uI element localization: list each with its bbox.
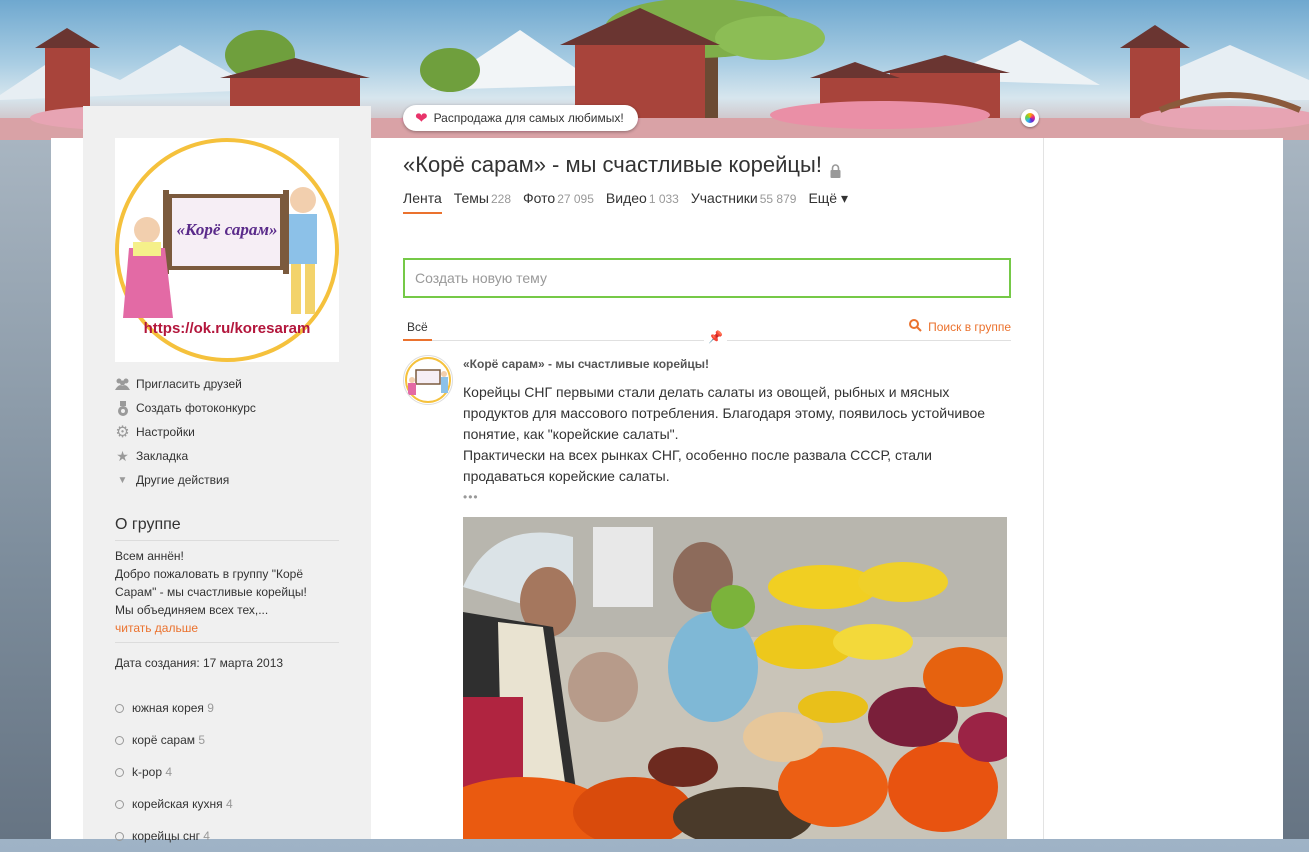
promo-label: Распродажа для самых любимых! bbox=[433, 111, 624, 125]
pin-icon: 📌 bbox=[704, 330, 727, 344]
filter-all-tab[interactable]: Всё bbox=[403, 320, 432, 341]
circle-icon bbox=[115, 767, 124, 777]
tab-label: Фото bbox=[523, 190, 556, 206]
avatar-url-text: https://ok.ru/koresaram bbox=[143, 320, 311, 337]
right-column-divider bbox=[1043, 138, 1044, 839]
tag-name: корейцы снг bbox=[132, 829, 200, 843]
tag-count: 4 bbox=[165, 765, 173, 779]
circle-icon bbox=[115, 703, 124, 713]
circle-icon bbox=[115, 799, 124, 809]
read-more-link[interactable]: читать дальше bbox=[115, 619, 339, 637]
search-label: Поиск в группе bbox=[928, 320, 1011, 334]
group-avatar[interactable]: «Корё сарам» https://ok.ru/koresaram bbox=[115, 138, 339, 362]
tab-count: 27 095 bbox=[557, 192, 594, 206]
expand-post-button[interactable]: ••• bbox=[463, 490, 479, 504]
tag-item[interactable]: корейцы снг 4 bbox=[115, 820, 339, 852]
feed-filter-row: Всё 📌 Поиск в группе bbox=[403, 316, 1011, 344]
tag-name: корейская кухня bbox=[132, 797, 223, 811]
tag-count: 5 bbox=[198, 733, 206, 747]
tab-count: 228 bbox=[491, 192, 512, 206]
new-topic-input[interactable]: Создать новую тему bbox=[403, 258, 1011, 298]
post-body: Корейцы СНГ первыми стали делать салаты … bbox=[463, 382, 1008, 487]
post-author-avatar[interactable] bbox=[403, 355, 453, 405]
page-title: «Корё сарам» - мы счастливые корейцы! bbox=[403, 152, 841, 178]
tab-topics[interactable]: Темы 228 bbox=[454, 190, 511, 214]
search-in-group-link[interactable]: Поиск в группе bbox=[909, 319, 1011, 335]
page-side-background-right bbox=[1283, 140, 1309, 839]
search-icon bbox=[909, 319, 922, 335]
post-photo[interactable] bbox=[463, 517, 1007, 839]
tag-count: 9 bbox=[207, 701, 214, 715]
post-author-name[interactable]: «Корё сарам» - мы счастливые корейцы! bbox=[463, 357, 709, 371]
tab-label: Лента bbox=[403, 190, 442, 206]
tag-name: k-pop bbox=[132, 765, 163, 779]
post-paragraph: Корейцы СНГ первыми стали делать салаты … bbox=[463, 384, 986, 442]
bookmark-item[interactable]: ★ Закладка bbox=[115, 444, 345, 468]
friends-icon bbox=[115, 377, 130, 392]
menu-item-label: Закладка bbox=[136, 449, 189, 463]
other-actions-item[interactable]: ▼ Другие действия bbox=[115, 468, 345, 492]
star-icon: ★ bbox=[116, 447, 129, 464]
circle-icon bbox=[115, 831, 124, 841]
create-photo-contest-item[interactable]: Создать фотоконкурс bbox=[115, 396, 345, 420]
menu-item-label: Пригласить друзей bbox=[136, 377, 242, 391]
triangle-down-icon: ▼ bbox=[117, 474, 128, 486]
group-tabs: Лента Темы 228 Фото 27 095 Видео 1 033 Учас… bbox=[403, 190, 848, 214]
tab-photos[interactable]: Фото 27 095 bbox=[523, 190, 594, 214]
heart-icon: ❤ bbox=[415, 109, 428, 127]
lock-icon bbox=[830, 158, 841, 178]
divider bbox=[115, 642, 339, 643]
author-avatar-illustration bbox=[405, 357, 451, 403]
about-line: Мы объединяем всех тех,... bbox=[115, 603, 269, 617]
tab-label: Участники bbox=[690, 190, 758, 206]
tab-feed[interactable]: Лента bbox=[403, 190, 442, 214]
avatar-caption: «Корё сарам» bbox=[176, 220, 278, 239]
tag-item[interactable]: корейская кухня 4 bbox=[115, 788, 339, 820]
settings-item[interactable]: ⚙ Настройки bbox=[115, 420, 345, 444]
about-group-title: О группе bbox=[115, 516, 339, 541]
menu-item-label: Настройки bbox=[136, 425, 195, 439]
gear-icon: ⚙ bbox=[115, 424, 130, 441]
invite-friends-item[interactable]: Пригласить друзей bbox=[115, 372, 345, 396]
color-wheel-icon[interactable] bbox=[1021, 109, 1039, 127]
tag-count: 4 bbox=[225, 797, 233, 811]
menu-item-label: Другие действия bbox=[136, 473, 230, 487]
about-line: Добро пожаловать в группу "Корё Сарам" -… bbox=[115, 567, 307, 599]
tag-count: 4 bbox=[203, 829, 210, 843]
tag-item[interactable]: k-pop 4 bbox=[115, 756, 339, 788]
group-title-text: «Корё сарам» - мы счастливые корейцы! bbox=[403, 152, 822, 177]
tab-label: Ещё ▾ bbox=[808, 190, 848, 206]
creation-date: Дата создания: 17 марта 2013 bbox=[115, 656, 284, 670]
tag-name: корё сарам bbox=[132, 733, 196, 747]
about-group-text: Всем аннён! Добро пожаловать в группу "К… bbox=[115, 547, 339, 637]
medal-icon bbox=[115, 400, 130, 416]
post-paragraph: Практически на всех рынках СНГ, особенно… bbox=[463, 447, 932, 484]
promo-badge[interactable]: ❤ Распродажа для самых любимых! bbox=[403, 105, 638, 131]
market-photo-illustration bbox=[463, 517, 1007, 839]
tag-list: южная корея 9 корё сарам 5 k-pop 4 корей… bbox=[115, 692, 339, 852]
group-actions-menu: Пригласить друзей Создать фотоконкурс ⚙ … bbox=[115, 372, 345, 492]
menu-item-label: Создать фотоконкурс bbox=[136, 401, 256, 415]
tab-videos[interactable]: Видео 1 033 bbox=[606, 190, 679, 214]
circle-icon bbox=[115, 735, 124, 745]
about-line: Всем аннён! bbox=[115, 549, 184, 563]
tab-count: 1 033 bbox=[648, 192, 679, 206]
tab-count: 55 879 bbox=[759, 192, 797, 206]
tab-label: Видео bbox=[605, 190, 647, 206]
tag-item[interactable]: южная корея 9 bbox=[115, 692, 339, 724]
tag-name: южная корея bbox=[132, 701, 204, 715]
tab-more[interactable]: Ещё ▾ bbox=[808, 190, 848, 214]
tab-label: Темы bbox=[453, 190, 489, 206]
tab-members[interactable]: Участники 55 879 bbox=[691, 190, 797, 214]
tag-item[interactable]: корё сарам 5 bbox=[115, 724, 339, 756]
